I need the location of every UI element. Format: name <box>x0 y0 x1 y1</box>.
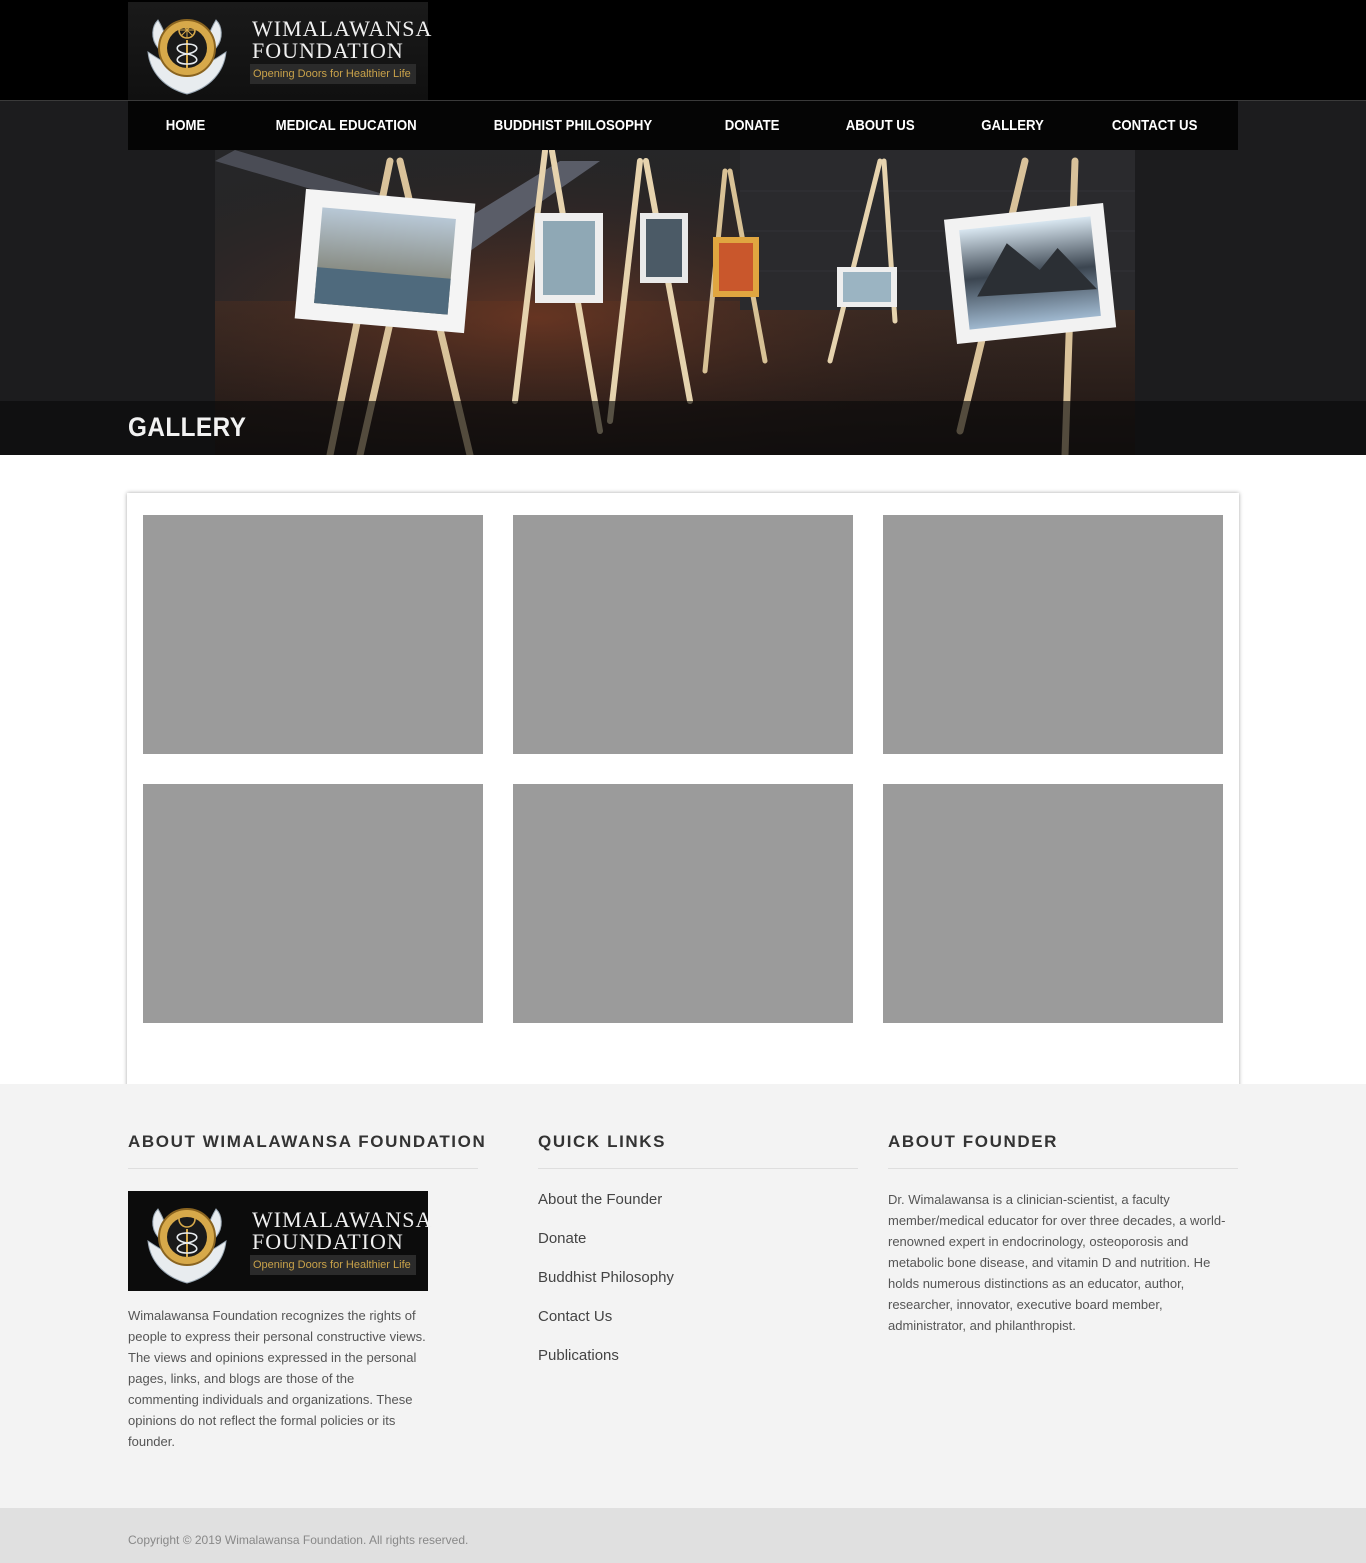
gallery-image-6[interactable] <box>883 784 1223 1023</box>
footer-logo[interactable]: WIMALAWANSA FOUNDATION Opening Doors for… <box>128 1191 431 1291</box>
copyright-bar: Copyright © 2019 Wimalawansa Foundation.… <box>0 1508 1366 1563</box>
divider <box>888 1168 1238 1169</box>
nav-donate[interactable]: DONATE <box>725 117 780 134</box>
link-about-the-founder[interactable]: About the Founder <box>538 1191 662 1208</box>
gallery-image-4[interactable] <box>143 784 483 1023</box>
header-bar: WIMALAWANSA FOUNDATION Opening Doors for… <box>0 0 1366 101</box>
nav-home[interactable]: HOME <box>166 117 206 134</box>
divider <box>128 1168 478 1169</box>
about-founder-text: Dr. Wimalawansa is a clinician-scientist… <box>888 1192 1226 1333</box>
list-item: Buddhist Philosophy <box>538 1269 858 1308</box>
nav-gallery[interactable]: GALLERY <box>981 117 1044 134</box>
link-contact-us[interactable]: Contact Us <box>538 1308 612 1325</box>
nav-about-us[interactable]: ABOUT US <box>846 117 915 134</box>
about-founder-heading: ABOUT FOUNDER <box>888 1132 1059 1151</box>
nav-buddhist-philosophy[interactable]: BUDDHIST PHILOSOPHY <box>494 117 652 134</box>
list-item: Contact Us <box>538 1308 858 1347</box>
page-title: GALLERY <box>128 412 247 442</box>
site-logo[interactable]: WIMALAWANSA FOUNDATION Opening Doors for… <box>128 2 431 100</box>
main-nav: HOME MEDICAL EDUCATION BUDDHIST PHILOSOP… <box>128 101 1238 150</box>
lotus-emblem-icon <box>147 19 227 95</box>
footer-about-text: Wimalawansa Foundation recognizes the ri… <box>128 1308 426 1449</box>
link-publications[interactable]: Publications <box>538 1347 619 1364</box>
footer: ABOUT WIMALAWANSA FOUNDATION WIMALAWANSA… <box>0 1084 1366 1508</box>
logo-name-line2: FOUNDATION <box>252 1229 404 1254</box>
nav-contact-us[interactable]: CONTACT US <box>1112 117 1198 134</box>
footer-quick-links-column: QUICK LINKS About the Founder Donate Bud… <box>538 1132 858 1386</box>
hero-banner: HOME MEDICAL EDUCATION BUDDHIST PHILOSOP… <box>0 101 1366 455</box>
page-title-band: GALLERY <box>0 401 1366 455</box>
logo-tagline: Opening Doors for Healthier Life <box>250 64 416 84</box>
gallery-image-5[interactable] <box>513 784 853 1023</box>
footer-about-heading: ABOUT WIMALAWANSA FOUNDATION <box>128 1132 487 1151</box>
list-item: Publications <box>538 1347 858 1386</box>
list-item: About the Founder <box>538 1191 858 1230</box>
link-buddhist-philosophy[interactable]: Buddhist Philosophy <box>538 1269 674 1286</box>
footer-about-column: ABOUT WIMALAWANSA FOUNDATION WIMALAWANSA… <box>128 1132 487 1449</box>
gallery-image-3[interactable] <box>883 515 1223 754</box>
nav-medical-education[interactable]: MEDICAL EDUCATION <box>275 117 416 134</box>
logo-name-line2: FOUNDATION <box>252 38 404 63</box>
divider <box>538 1168 858 1169</box>
link-donate[interactable]: Donate <box>538 1230 586 1247</box>
list-item: Donate <box>538 1230 858 1269</box>
lotus-emblem-icon <box>147 1208 227 1284</box>
gallery-image-2[interactable] <box>513 515 853 754</box>
logo-tagline: Opening Doors for Healthier Life <box>250 1255 416 1275</box>
footer-founder-column: ABOUT FOUNDER Dr. Wimalawansa is a clini… <box>888 1132 1238 1336</box>
gallery-image-1[interactable] <box>143 515 483 754</box>
quick-links-list: About the Founder Donate Buddhist Philos… <box>538 1191 858 1386</box>
quick-links-heading: QUICK LINKS <box>538 1132 667 1151</box>
copyright-text: Copyright © 2019 Wimalawansa Foundation.… <box>128 1533 469 1547</box>
gallery-container <box>127 493 1239 1093</box>
